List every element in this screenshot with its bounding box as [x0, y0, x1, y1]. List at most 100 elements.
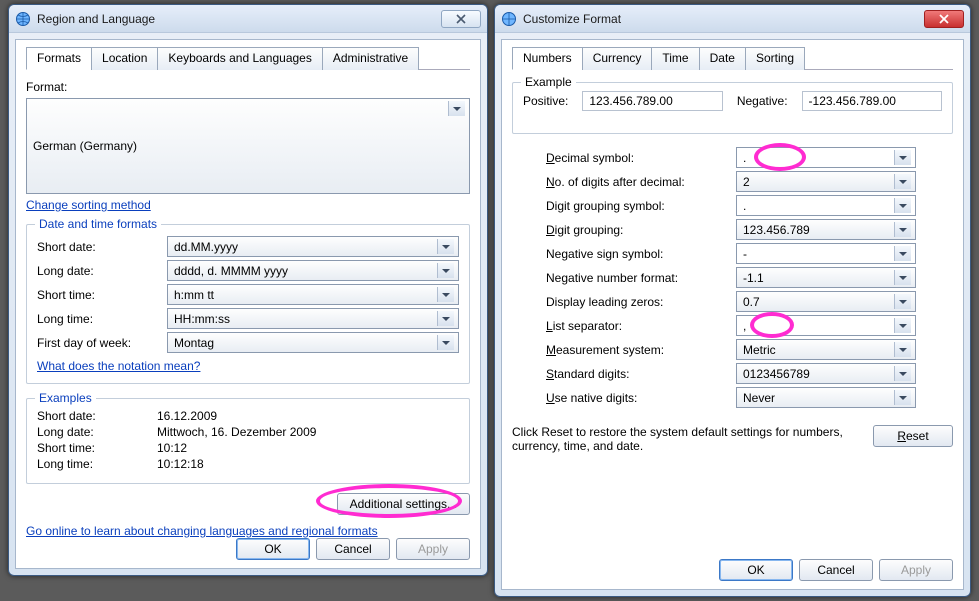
customize-format-window: Customize Format Numbers Currency Time D… — [494, 4, 971, 597]
window-title: Region and Language — [37, 12, 441, 26]
long-date-combo[interactable]: dddd, d. MMMM yyyy — [167, 260, 459, 281]
short-date-combo[interactable]: dd.MM.yyyy — [167, 236, 459, 257]
format-value: German (Germany) — [33, 139, 137, 153]
format-label: Format: — [26, 80, 470, 94]
tab-numbers[interactable]: Numbers — [512, 47, 583, 70]
close-button[interactable] — [924, 10, 964, 28]
native-digits-value: Never — [743, 391, 775, 405]
negative-label: Negative: — [737, 94, 788, 108]
std-digits-label: Standard digits: — [546, 367, 736, 381]
tabstrip: Numbers Currency Time Date Sorting — [512, 46, 953, 70]
tab-administrative[interactable]: Administrative — [322, 47, 419, 70]
neg-format-label: Negative number format: — [546, 271, 736, 285]
long-time-value: HH:mm:ss — [174, 312, 230, 326]
grouping-value: 123.456.789 — [743, 223, 810, 237]
client-area: Formats Location Keyboards and Languages… — [15, 39, 481, 569]
neg-format-combo[interactable]: -1.1 — [736, 267, 916, 288]
neg-sign-combo[interactable]: - — [736, 243, 916, 264]
sorting-link[interactable]: Change sorting method — [26, 198, 151, 212]
first-day-combo[interactable]: Montag — [167, 332, 459, 353]
short-time-label: Short time: — [37, 288, 167, 302]
region-language-window: Region and Language Formats Location Key… — [8, 4, 488, 576]
reset-text: Click Reset to restore the system defaul… — [512, 425, 861, 453]
example-title: Example — [521, 75, 576, 89]
ex-short-date-label: Short date: — [37, 409, 157, 423]
tab-location[interactable]: Location — [91, 47, 158, 70]
notation-link[interactable]: What does the notation mean? — [37, 359, 200, 373]
number-settings: Decimal symbol: . No. of digits after de… — [512, 140, 953, 411]
format-combo[interactable]: German (Germany) — [26, 98, 470, 194]
short-time-value: h:mm tt — [174, 288, 214, 302]
list-sep-label: List separator: — [546, 319, 736, 333]
globe-icon — [501, 11, 517, 27]
grouping-symbol-value: . — [743, 199, 746, 213]
lead-zero-label: Display leading zeros: — [546, 295, 736, 309]
neg-format-value: -1.1 — [743, 271, 764, 285]
tab-keyboards[interactable]: Keyboards and Languages — [157, 47, 322, 70]
decimal-symbol-combo[interactable]: . — [736, 147, 916, 168]
tab-formats[interactable]: Formats — [26, 47, 92, 70]
grouping-symbol-label: Digit grouping symbol: — [546, 199, 736, 213]
short-time-combo[interactable]: h:mm tt — [167, 284, 459, 305]
measure-label: Measurement system: — [546, 343, 736, 357]
tab-date[interactable]: Date — [699, 47, 746, 70]
ok-button[interactable]: OK — [719, 559, 793, 581]
ex-long-date-value: Mittwoch, 16. Dezember 2009 — [157, 425, 459, 439]
titlebar[interactable]: Region and Language — [9, 5, 487, 33]
grouping-symbol-combo[interactable]: . — [736, 195, 916, 216]
neg-sign-value: - — [743, 247, 747, 261]
close-button[interactable] — [441, 10, 481, 28]
positive-value: 123.456.789.00 — [582, 91, 722, 111]
list-sep-combo[interactable]: , — [736, 315, 916, 336]
first-day-value: Montag — [174, 336, 214, 350]
cancel-button[interactable]: Cancel — [799, 559, 873, 581]
additional-settings-button[interactable]: Additional settings... — [337, 493, 470, 515]
ex-long-date-label: Long date: — [37, 425, 157, 439]
apply-button[interactable]: Apply — [396, 538, 470, 560]
lead-zero-value: 0.7 — [743, 295, 760, 309]
decimal-symbol-value: . — [743, 151, 746, 165]
window-title: Customize Format — [523, 12, 924, 26]
tabstrip: Formats Location Keyboards and Languages… — [26, 46, 470, 70]
cancel-button[interactable]: Cancel — [316, 538, 390, 560]
client-area: Numbers Currency Time Date Sorting Examp… — [501, 39, 964, 590]
globe-icon — [15, 11, 31, 27]
measure-combo[interactable]: Metric — [736, 339, 916, 360]
examples-title: Examples — [35, 391, 96, 405]
reset-button[interactable]: Reset — [873, 425, 953, 447]
long-time-label: Long time: — [37, 312, 167, 326]
digits-after-combo[interactable]: 2 — [736, 171, 916, 192]
long-time-combo[interactable]: HH:mm:ss — [167, 308, 459, 329]
examples-group: Examples Short date:16.12.2009 Long date… — [26, 398, 470, 484]
apply-button[interactable]: Apply — [879, 559, 953, 581]
measure-value: Metric — [743, 343, 776, 357]
ex-short-time-label: Short time: — [37, 441, 157, 455]
ex-long-time-label: Long time: — [37, 457, 157, 471]
decimal-symbol-label: Decimal symbol: — [546, 151, 736, 165]
grouping-combo[interactable]: 123.456.789 — [736, 219, 916, 240]
long-date-value: dddd, d. MMMM yyyy — [174, 264, 288, 278]
lead-zero-combo[interactable]: 0.7 — [736, 291, 916, 312]
negative-value: -123.456.789.00 — [802, 91, 942, 111]
list-sep-value: , — [743, 319, 746, 333]
long-date-label: Long date: — [37, 264, 167, 278]
ex-short-date-value: 16.12.2009 — [157, 409, 459, 423]
first-day-label: First day of week: — [37, 336, 167, 350]
online-link[interactable]: Go online to learn about changing langua… — [26, 524, 378, 538]
titlebar[interactable]: Customize Format — [495, 5, 970, 33]
std-digits-combo[interactable]: 0123456789 — [736, 363, 916, 384]
tab-sorting[interactable]: Sorting — [745, 47, 805, 70]
ok-button[interactable]: OK — [236, 538, 310, 560]
native-digits-label: Use native digits: — [546, 391, 736, 405]
native-digits-combo[interactable]: Never — [736, 387, 916, 408]
grouping-label: Digit grouping: — [546, 223, 736, 237]
tab-currency[interactable]: Currency — [582, 47, 653, 70]
short-date-value: dd.MM.yyyy — [174, 240, 238, 254]
tab-time[interactable]: Time — [651, 47, 699, 70]
neg-sign-label: Negative sign symbol: — [546, 247, 736, 261]
short-date-label: Short date: — [37, 240, 167, 254]
example-group: Example Positive: 123.456.789.00 Negativ… — [512, 82, 953, 134]
digits-after-value: 2 — [743, 175, 750, 189]
group-title: Date and time formats — [35, 217, 161, 231]
ex-long-time-value: 10:12:18 — [157, 457, 459, 471]
